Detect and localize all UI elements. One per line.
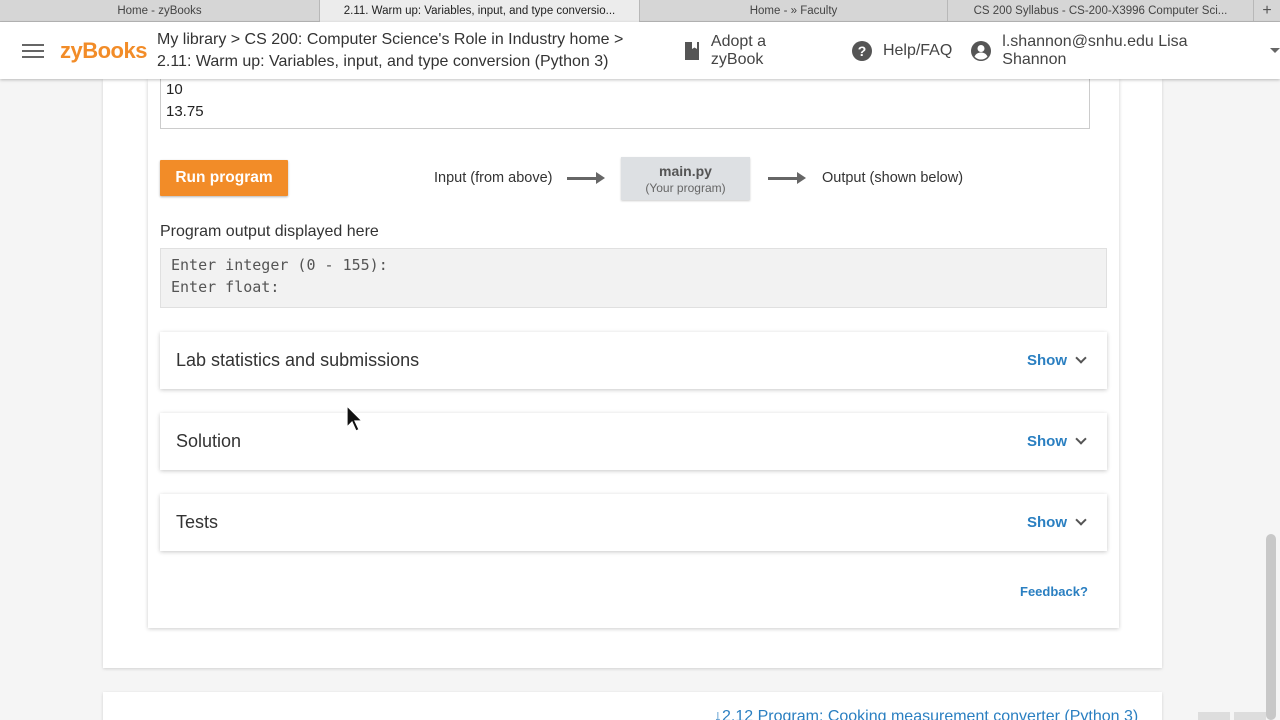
show-label: Show xyxy=(1027,352,1067,369)
section-title: Lab statistics and submissions xyxy=(176,350,420,370)
section-tests: Tests Show xyxy=(160,494,1107,551)
section-title: Solution xyxy=(176,431,242,451)
adopt-label: Adopt a zyBook xyxy=(710,32,767,68)
main-py-filename: main.py xyxy=(659,163,712,179)
adopt-zybook-button[interactable]: Adopt a zyBook xyxy=(683,33,823,69)
show-tests-button[interactable]: Show xyxy=(1027,514,1091,531)
input-line: 10 xyxy=(166,81,183,98)
main-py-box: main.py (Your program) xyxy=(621,157,750,200)
help-faq-button[interactable]: ? Help/FAQ xyxy=(851,40,952,62)
browser-tab-home-zybooks[interactable]: Home - zyBooks xyxy=(0,0,320,22)
corner-button[interactable] xyxy=(1234,712,1266,720)
app-header: zyBooks My library > CS 200: Computer Sc… xyxy=(0,22,1280,79)
browser-tab-faculty[interactable]: Home - » Faculty xyxy=(640,0,948,22)
show-lab-statistics-button[interactable]: Show xyxy=(1027,352,1091,369)
show-label: Show xyxy=(1027,433,1067,450)
section-lab-statistics: Lab statistics and submissions Show xyxy=(160,332,1107,389)
browser-tab-bar: Home - zyBooks 2.11. Warm up: Variables,… xyxy=(0,0,1280,22)
user-label: l.shannon@snhu.edu Lisa Shannon xyxy=(1002,32,1188,68)
chevron-down-icon xyxy=(1075,433,1087,445)
input-line: 13.75 xyxy=(166,103,204,120)
arrow-right-icon xyxy=(768,172,806,184)
show-solution-button[interactable]: Show xyxy=(1027,433,1091,450)
feedback-link[interactable]: Feedback? xyxy=(1020,584,1088,599)
arrow-right-icon xyxy=(567,172,605,184)
new-tab-button[interactable]: + xyxy=(1254,0,1280,22)
output-line: Enter float: xyxy=(171,278,280,296)
section-title: Tests xyxy=(176,512,219,532)
section-solution: Solution Show xyxy=(160,413,1107,470)
chevron-down-icon xyxy=(1075,352,1087,364)
input-flow-label: Input (from above) xyxy=(434,170,553,186)
browser-tab-current[interactable]: 2.11. Warm up: Variables, input, and typ… xyxy=(320,0,640,22)
user-menu[interactable]: l.shannon@snhu.edu Lisa Shannon xyxy=(970,33,1280,69)
svg-text:?: ? xyxy=(858,43,867,59)
account-icon xyxy=(971,40,992,61)
next-section-link[interactable]: ↓2.12 Program: Cooking measurement conve… xyxy=(714,708,1138,720)
chevron-down-icon xyxy=(1075,514,1087,526)
chevron-down-icon xyxy=(1270,48,1280,53)
output-line: Enter integer (0 - 155): xyxy=(171,256,388,274)
output-flow-label: Output (shown below) xyxy=(822,170,964,186)
run-program-button[interactable]: Run program xyxy=(160,160,288,196)
zybooks-logo[interactable]: zyBooks xyxy=(60,38,147,64)
output-title: Program output displayed here xyxy=(160,223,379,240)
main-py-subtitle: (Your program) xyxy=(645,181,726,195)
program-input-textarea[interactable]: 10 13.75 xyxy=(160,79,1090,129)
show-label: Show xyxy=(1027,514,1067,531)
breadcrumb-library-link[interactable]: My library > CS 200: Computer Science's … xyxy=(157,31,623,48)
scrollbar-thumb[interactable] xyxy=(1266,534,1276,720)
menu-icon[interactable] xyxy=(22,43,44,58)
mouse-cursor-icon xyxy=(346,405,364,432)
program-output-console: Enter integer (0 - 155): Enter float: xyxy=(160,248,1107,308)
browser-tab-syllabus[interactable]: CS 200 Syllabus - CS-200-X3996 Computer … xyxy=(948,0,1254,22)
help-label: Help/FAQ xyxy=(882,41,953,59)
corner-button[interactable] xyxy=(1198,712,1230,720)
breadcrumb: My library > CS 200: Computer Science's … xyxy=(157,29,627,73)
breadcrumb-current: 2.11: Warm up: Variables, input, and typ… xyxy=(156,52,609,70)
book-icon xyxy=(684,41,699,60)
help-icon: ? xyxy=(851,40,872,61)
